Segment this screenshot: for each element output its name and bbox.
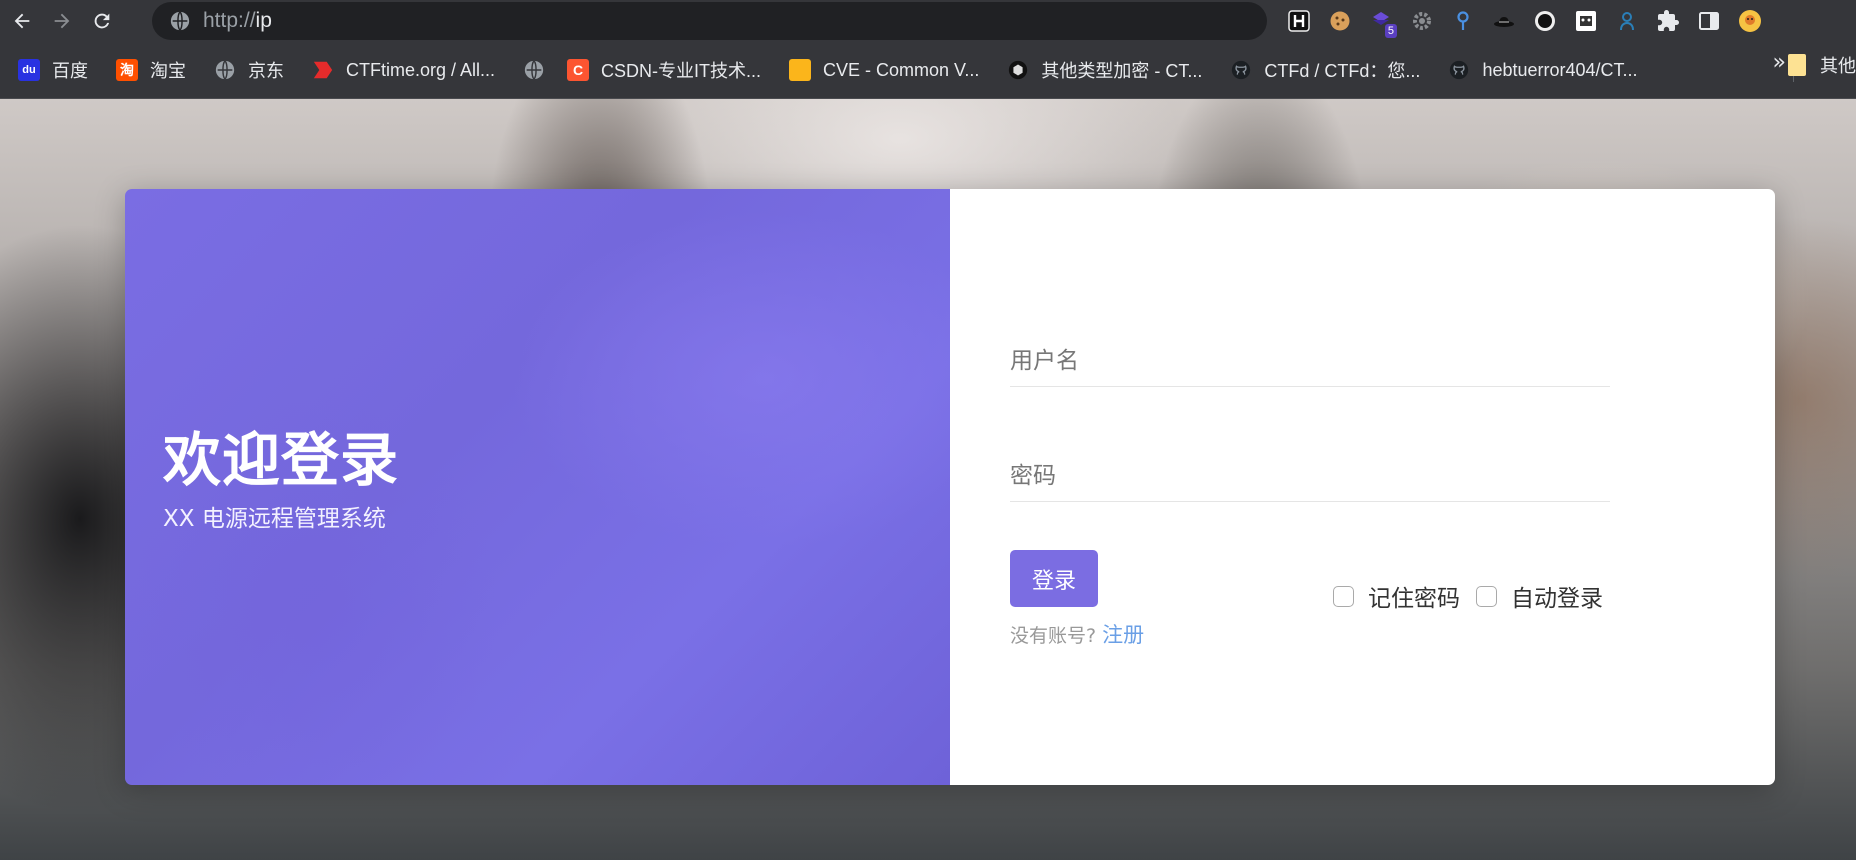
bookmark-taobao[interactable]: 淘 淘宝 bbox=[106, 52, 196, 88]
puzzle-icon bbox=[1658, 10, 1679, 31]
cookie-extension-button[interactable] bbox=[1321, 2, 1359, 40]
forward-button[interactable] bbox=[44, 3, 80, 39]
address-bar[interactable]: http://ip bbox=[152, 2, 1267, 40]
bookmark-baidu[interactable]: du 百度 bbox=[8, 52, 98, 88]
h-extension-icon bbox=[1288, 10, 1310, 32]
bookmark-label: CVE - Common V... bbox=[823, 59, 980, 80]
globe-icon bbox=[215, 60, 235, 80]
bookmark-label: 其他类型加密 - CT... bbox=[1041, 61, 1203, 81]
profile-avatar-icon bbox=[1739, 10, 1761, 32]
bookmarks-overflow-chevron[interactable]: » bbox=[1773, 50, 1786, 75]
auto-login-checkbox[interactable] bbox=[1476, 585, 1497, 607]
record-icon bbox=[1535, 11, 1555, 31]
system-subtitle: XX 电源远程管理系统 bbox=[163, 506, 386, 532]
gear-icon bbox=[1413, 12, 1431, 30]
side-panel-button[interactable] bbox=[1690, 2, 1728, 40]
bookmark-jd[interactable]: 京东 bbox=[204, 52, 294, 88]
auto-login-label: 自动登录 bbox=[1511, 586, 1603, 612]
no-account-text: 没有账号? bbox=[1010, 625, 1103, 647]
bookmark-label: CSDN-专业IT技术... bbox=[601, 61, 762, 81]
page-viewport: 欢迎登录 XX 电源远程管理系统 登录 记住密码 自动登录 bbox=[0, 99, 1856, 860]
signup-prompt: 没有账号? 注册 bbox=[1010, 619, 1144, 649]
browser-toolbar: http://ip 5 bbox=[0, 0, 1856, 42]
cube-icon bbox=[1009, 60, 1028, 80]
reload-button[interactable] bbox=[84, 3, 120, 39]
username-field bbox=[1010, 336, 1610, 387]
cow-icon bbox=[1576, 11, 1596, 31]
login-button[interactable]: 登录 bbox=[1010, 550, 1098, 607]
other-bookmarks-label: 其他 bbox=[1820, 56, 1856, 77]
bookmark-ctf-crypto[interactable]: 其他类型加密 - CT... bbox=[997, 52, 1212, 88]
person-icon bbox=[1620, 12, 1634, 31]
bookmark-label: 淘宝 bbox=[150, 61, 186, 81]
login-form-panel: 登录 记住密码 自动登录 没有账号? 注册 bbox=[950, 189, 1775, 785]
bookmark-label: 百度 bbox=[52, 61, 88, 81]
gear-extension-button[interactable] bbox=[1403, 2, 1441, 40]
forward-arrow-icon bbox=[54, 13, 70, 29]
folder-icon bbox=[1788, 54, 1806, 76]
extensions-menu-button[interactable] bbox=[1649, 2, 1687, 40]
url-host: ip bbox=[255, 9, 272, 32]
bookmark-ctftime[interactable]: CTFtime.org / All... bbox=[302, 52, 505, 88]
globe-icon bbox=[524, 60, 544, 80]
purple-extension-button[interactable]: 5 bbox=[1362, 2, 1400, 40]
cve-icon bbox=[789, 59, 812, 81]
back-arrow-icon bbox=[14, 13, 30, 29]
extensions-bar: 5 bbox=[1280, 0, 1772, 42]
github-icon bbox=[1232, 60, 1251, 80]
extension-badge: 5 bbox=[1384, 24, 1397, 38]
ctftime-flag-icon bbox=[313, 61, 333, 79]
bookmark-label: CTFd / CTFd：您... bbox=[1264, 61, 1421, 81]
auto-login-option[interactable]: 自动登录 bbox=[1476, 579, 1603, 613]
welcome-title: 欢迎登录 bbox=[163, 426, 400, 494]
remember-password-label: 记住密码 bbox=[1368, 586, 1460, 612]
hat-extension-button[interactable] bbox=[1485, 2, 1523, 40]
login-options: 记住密码 自动登录 bbox=[1333, 579, 1603, 613]
welcome-panel: 欢迎登录 XX 电源远程管理系统 bbox=[125, 189, 950, 785]
profile-button[interactable] bbox=[1731, 2, 1769, 40]
taobao-icon: 淘 bbox=[116, 59, 138, 81]
username-input[interactable] bbox=[1010, 341, 1610, 381]
bookmark-label: hebtuerror404/CT... bbox=[1482, 59, 1638, 80]
record-extension-button[interactable] bbox=[1526, 2, 1564, 40]
csdn-icon: C bbox=[567, 59, 590, 81]
bookmark-globe[interactable] bbox=[513, 52, 549, 88]
cow-extension-button[interactable] bbox=[1567, 2, 1605, 40]
remember-password-checkbox[interactable] bbox=[1333, 585, 1354, 607]
hat-icon bbox=[1494, 17, 1514, 27]
cookie-icon bbox=[1330, 11, 1350, 31]
globe-icon bbox=[170, 11, 190, 31]
password-field bbox=[1010, 451, 1610, 502]
bookmark-label: CTFtime.org / All... bbox=[346, 59, 496, 80]
bookmark-ctfd[interactable]: CTFd / CTFd：您... bbox=[1220, 52, 1430, 88]
bookmarks-bar: du 百度 淘 淘宝 京东 CTFtime.org / All... C CSD… bbox=[0, 42, 1856, 99]
pin-icon bbox=[1457, 11, 1469, 30]
bookmark-cve[interactable]: CVE - Common V... bbox=[779, 52, 989, 88]
bookmark-label: 京东 bbox=[248, 61, 284, 81]
url-text: http://ip bbox=[203, 9, 272, 33]
other-bookmarks-folder[interactable]: 其他 bbox=[1788, 52, 1856, 78]
person-extension-button[interactable] bbox=[1608, 2, 1646, 40]
remember-password-option[interactable]: 记住密码 bbox=[1333, 579, 1460, 613]
pin-extension-button[interactable] bbox=[1444, 2, 1482, 40]
back-button[interactable] bbox=[4, 3, 40, 39]
bookmark-hebtu[interactable]: hebtuerror404/CT... bbox=[1438, 52, 1647, 88]
sidepanel-icon bbox=[1699, 12, 1719, 30]
reload-icon bbox=[94, 13, 110, 29]
register-link[interactable]: 注册 bbox=[1102, 623, 1144, 647]
url-scheme: http:// bbox=[203, 9, 256, 32]
baidu-paw-icon: du bbox=[18, 59, 40, 81]
github-icon bbox=[1450, 60, 1469, 80]
login-card: 欢迎登录 XX 电源远程管理系统 登录 记住密码 自动登录 bbox=[125, 189, 1775, 785]
bookmark-csdn[interactable]: C CSDN-专业IT技术... bbox=[557, 52, 771, 88]
h-extension-button[interactable] bbox=[1280, 2, 1318, 40]
password-input[interactable] bbox=[1010, 456, 1610, 496]
